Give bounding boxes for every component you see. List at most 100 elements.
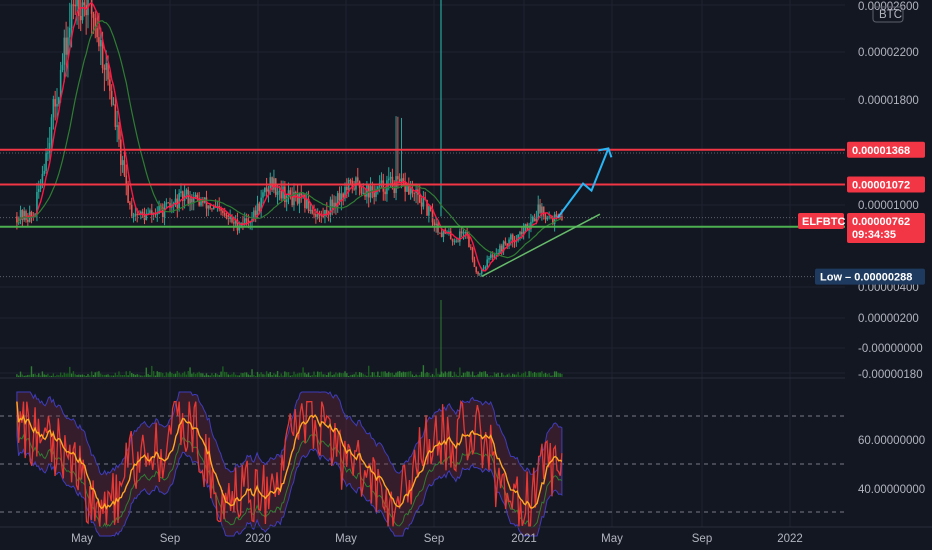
price-axis-label: 0.00001800 bbox=[858, 95, 919, 107]
volume-bar bbox=[318, 372, 321, 377]
volume-bar bbox=[23, 375, 25, 377]
candle-body bbox=[63, 37, 66, 65]
candle-body bbox=[96, 28, 98, 38]
candle-body bbox=[70, 4, 73, 28]
volume-bar bbox=[167, 373, 169, 377]
candle-body bbox=[41, 173, 44, 184]
candle-body bbox=[127, 184, 129, 203]
volume-bar bbox=[28, 374, 31, 377]
time-axis-label: May bbox=[601, 533, 623, 545]
volume-bar bbox=[347, 375, 350, 377]
candle-body bbox=[132, 215, 135, 217]
volume-bar bbox=[533, 372, 536, 377]
candle-body bbox=[222, 210, 224, 213]
candle-body bbox=[109, 79, 111, 91]
volume-bar bbox=[211, 373, 213, 377]
price-axis-label: 0.00002200 bbox=[858, 47, 919, 59]
volume-bar bbox=[470, 374, 472, 377]
volume-bar bbox=[391, 372, 394, 377]
volume-bar bbox=[222, 366, 224, 377]
volume-bar bbox=[519, 375, 521, 377]
candle-body bbox=[356, 177, 359, 182]
volume-bar bbox=[120, 374, 122, 377]
time-scale[interactable]: May Sep 2020 May Sep 2021 May Sep 2022 bbox=[0, 526, 932, 545]
volume-bar bbox=[194, 373, 197, 377]
volume-bar bbox=[141, 375, 144, 377]
candle-body bbox=[72, 4, 75, 6]
volume-bar bbox=[362, 373, 364, 377]
volume-bar bbox=[510, 375, 512, 377]
candle-body bbox=[220, 208, 222, 211]
symbol-tag-text: ELFBTC bbox=[802, 216, 845, 228]
candle-body bbox=[391, 176, 394, 188]
price-tags: 0.000013680.000010720.00000713ELFBTC0.00… bbox=[798, 141, 925, 285]
volume-bar bbox=[553, 371, 556, 377]
candle-body bbox=[438, 232, 441, 234]
price-chart[interactable]: 0.000026000.000022000.000018000.00001000… bbox=[0, 0, 932, 550]
volume-bar bbox=[408, 371, 410, 377]
candle-body bbox=[85, 5, 87, 16]
candle-body bbox=[305, 199, 308, 209]
volume-bar bbox=[429, 375, 432, 377]
volume-bar bbox=[433, 375, 436, 377]
volume-bar bbox=[304, 372, 306, 377]
volume-bar bbox=[537, 372, 539, 377]
candle-body bbox=[149, 210, 151, 214]
candle-body bbox=[48, 142, 51, 153]
volume-bar bbox=[322, 374, 324, 377]
volume-bar bbox=[291, 375, 293, 377]
volume-bar bbox=[513, 374, 516, 377]
volume-bar bbox=[366, 375, 368, 377]
volume-bar bbox=[521, 373, 523, 377]
support-trendline[interactable] bbox=[481, 213, 601, 278]
volume-bar bbox=[482, 371, 485, 377]
candle-body bbox=[118, 125, 120, 140]
volume-bar bbox=[198, 371, 200, 377]
volume-bar bbox=[384, 371, 386, 377]
volume-bar bbox=[364, 374, 366, 377]
candle-body bbox=[477, 272, 479, 275]
candle-body bbox=[185, 189, 188, 195]
candle-body bbox=[209, 205, 211, 209]
time-axis-label: 2021 bbox=[511, 533, 537, 545]
candle-body bbox=[511, 234, 514, 242]
volume-bar bbox=[152, 371, 155, 377]
volume-bar bbox=[182, 372, 184, 377]
volume-bar bbox=[561, 373, 563, 377]
volume-bar bbox=[134, 374, 137, 377]
candle-body bbox=[298, 193, 301, 204]
volume-bar bbox=[389, 372, 392, 377]
volume-bar bbox=[375, 375, 377, 377]
volume-bar bbox=[107, 374, 109, 377]
volume-bar bbox=[207, 375, 209, 377]
candle-body bbox=[265, 187, 268, 192]
volume-bar bbox=[324, 374, 326, 377]
volume-bar bbox=[380, 371, 383, 377]
volume-bar bbox=[382, 371, 384, 377]
price-axis-label: 0.00001000 bbox=[858, 200, 919, 212]
volume-bar bbox=[209, 375, 211, 377]
candle-body bbox=[397, 176, 399, 180]
volume-bar bbox=[486, 373, 488, 377]
volume-bar bbox=[526, 375, 528, 377]
volume-bar bbox=[203, 375, 206, 377]
volume-bar bbox=[74, 374, 76, 377]
volume-bar bbox=[337, 373, 339, 377]
volume-bar bbox=[224, 371, 226, 377]
candle-body bbox=[389, 176, 392, 179]
volume-bar bbox=[342, 373, 344, 377]
volume-bar bbox=[276, 371, 279, 377]
volume-bar bbox=[473, 375, 476, 377]
volume-bar bbox=[236, 375, 239, 377]
candle-body bbox=[233, 222, 235, 224]
volume-bar bbox=[61, 375, 64, 377]
projection-arrow[interactable] bbox=[556, 147, 613, 219]
candle-body bbox=[296, 194, 299, 204]
volume-bar bbox=[495, 373, 498, 377]
volume-bar bbox=[346, 373, 348, 377]
volume-bar bbox=[437, 373, 439, 377]
price-scale[interactable]: 0.000026000.000022000.000018000.00001000… bbox=[858, 1, 925, 496]
volume-bar bbox=[406, 371, 408, 377]
time-axis-label: 2020 bbox=[245, 533, 271, 545]
volume-bar bbox=[404, 372, 406, 377]
